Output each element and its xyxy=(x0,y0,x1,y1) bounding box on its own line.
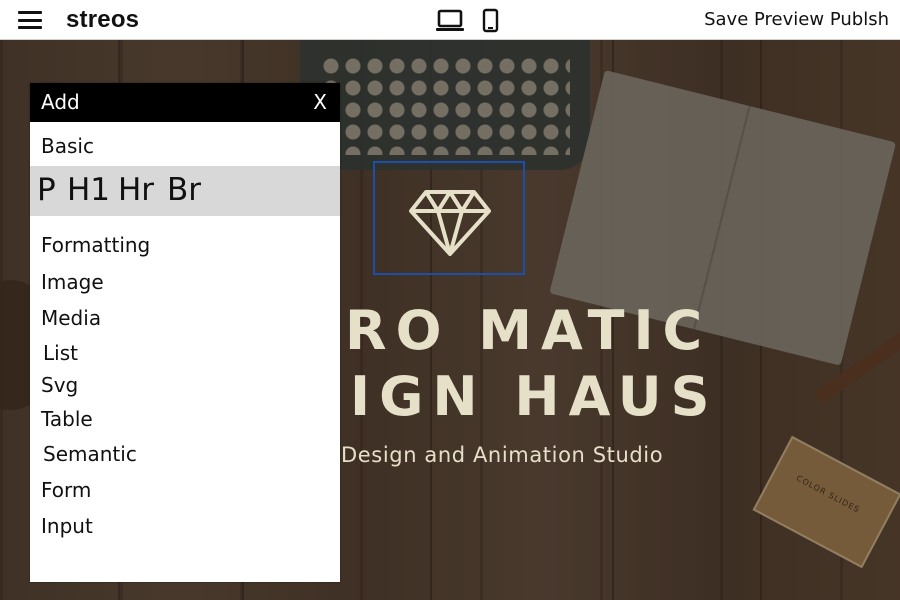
add-h1-button[interactable]: H1 xyxy=(67,172,110,208)
category-media[interactable]: Media xyxy=(41,306,101,330)
publish-button[interactable]: Publsh xyxy=(830,9,889,30)
hero-title-line-2: IGN HAUS xyxy=(350,365,719,428)
preview-button[interactable]: Preview xyxy=(754,9,824,30)
category-basic[interactable]: Basic xyxy=(41,134,94,158)
category-svg[interactable]: Svg xyxy=(41,373,78,397)
hero-title-line-1: RO MATIC xyxy=(345,299,712,362)
save-button[interactable]: Save xyxy=(704,9,748,30)
brand-logo: streos xyxy=(66,6,140,33)
add-panel-header: Add X xyxy=(30,83,340,122)
add-p-button[interactable]: P xyxy=(37,172,56,208)
category-input[interactable]: Input xyxy=(41,514,93,538)
category-list[interactable]: List xyxy=(43,341,78,365)
desktop-icon[interactable] xyxy=(435,8,465,38)
top-toolbar: streos Save Preview Publsh xyxy=(0,0,900,40)
category-semantic[interactable]: Semantic xyxy=(43,442,137,466)
basic-elements-bar: P H1 Hr Br xyxy=(30,166,340,216)
selected-logo-element[interactable] xyxy=(373,161,525,275)
toolbar-actions: Save Preview Publsh xyxy=(704,9,889,30)
hero-subtitle: Design and Animation Studio xyxy=(341,443,664,467)
close-button[interactable]: X xyxy=(313,90,327,114)
category-table[interactable]: Table xyxy=(41,407,93,431)
mobile-icon[interactable] xyxy=(482,8,500,38)
add-br-button[interactable]: Br xyxy=(167,172,201,208)
category-formatting[interactable]: Formatting xyxy=(41,233,150,257)
add-hr-button[interactable]: Hr xyxy=(118,172,154,208)
menu-icon[interactable] xyxy=(18,11,42,29)
category-form[interactable]: Form xyxy=(41,478,91,502)
diamond-icon xyxy=(409,190,491,256)
category-image[interactable]: Image xyxy=(41,270,104,294)
add-panel: Add X Basic P H1 Hr Br Formatting Image … xyxy=(30,83,340,582)
add-panel-title: Add xyxy=(41,90,80,114)
